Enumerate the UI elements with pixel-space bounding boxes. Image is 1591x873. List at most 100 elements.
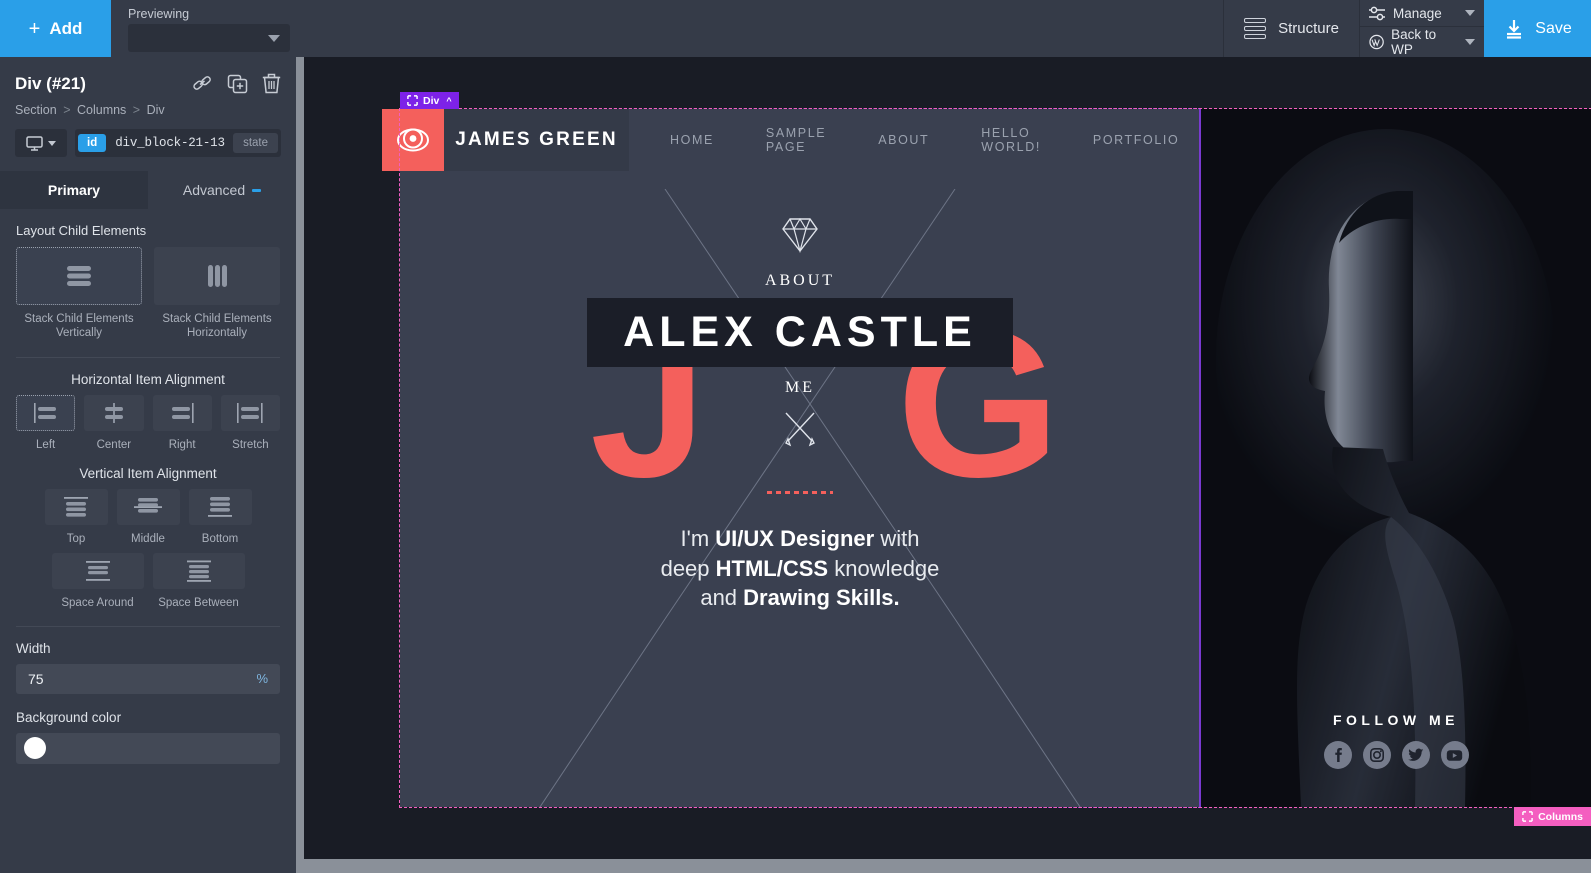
vertical-item-alignment-options-row1: Top Middle Bottom xyxy=(16,489,280,546)
align-stretch-icon xyxy=(220,394,280,431)
div-badge-label: Div xyxy=(423,94,440,107)
tagline-1-pre: I'm xyxy=(680,526,716,551)
site-preview: JG ABOUT ALEX CASTLE ME I'm UI/UX Design… xyxy=(304,57,1591,859)
panel-tabs: Primary Advanced xyxy=(0,171,296,209)
id-row: id div_block-21-13 state xyxy=(15,129,281,157)
facebook-link[interactable] xyxy=(1323,741,1352,769)
save-download-icon xyxy=(1507,19,1522,39)
option-align-stretch[interactable]: Stretch xyxy=(220,394,280,452)
tab-advanced[interactable]: Advanced xyxy=(148,171,296,209)
tagline-1-bold: UI/UX Designer xyxy=(715,526,875,551)
eye-icon xyxy=(397,128,429,152)
option-align-right[interactable]: Right xyxy=(152,394,212,452)
page-title: Div (#21) xyxy=(15,73,86,93)
breadcrumb: Section > Columns > Div xyxy=(15,103,281,117)
valign-top-icon xyxy=(44,489,108,526)
hero-tagline: I'm UI/UX Designer with deep HTML/CSS kn… xyxy=(661,524,940,613)
div-badge[interactable]: Div ^ xyxy=(400,92,459,109)
save-button[interactable]: Save xyxy=(1484,0,1591,57)
instagram-link[interactable] xyxy=(1362,741,1391,769)
background-color-label: Background color xyxy=(16,709,122,725)
option-valign-top-label: Top xyxy=(66,533,86,546)
tab-primary[interactable]: Primary xyxy=(0,171,148,209)
width-input[interactable]: 75 % xyxy=(16,663,280,694)
tagline-line-1: I'm UI/UX Designer with xyxy=(661,524,940,554)
option-space-around[interactable]: Space Around xyxy=(51,552,144,610)
twitter-link[interactable] xyxy=(1401,741,1430,769)
option-space-between-label: Space Between xyxy=(158,596,239,609)
divider xyxy=(16,356,280,358)
nav-item-hello-world[interactable]: HELLO WORLD! xyxy=(955,126,1067,154)
duplicate-icon[interactable] xyxy=(227,74,248,94)
tagline-line-2: deep HTML/CSS knowledge xyxy=(661,554,940,584)
site-brand[interactable]: JAMES GREEN xyxy=(444,109,629,171)
top-toolbar: + Add Previewing Structure Manage Back t… xyxy=(0,0,1591,57)
previewing-label: Previewing xyxy=(128,7,190,21)
tagline-line-3: and Drawing Skills. xyxy=(661,583,940,613)
me-word: ME xyxy=(785,379,815,396)
option-align-stretch-label: Stretch xyxy=(232,438,269,451)
element-id-field[interactable]: id div_block-21-13 state xyxy=(75,129,281,157)
option-valign-bottom[interactable]: Bottom xyxy=(188,489,252,546)
width-value: 75 xyxy=(28,670,44,687)
option-align-center-label: Center xyxy=(96,438,132,451)
panel-title-row: Div (#21) xyxy=(15,73,281,94)
breadcrumb-separator: > xyxy=(63,103,71,117)
breadcrumb-item-div[interactable]: Div xyxy=(147,103,165,117)
dashed-separator xyxy=(767,491,833,494)
chevron-up-icon[interactable]: ^ xyxy=(446,96,451,106)
instagram-icon xyxy=(1369,747,1384,762)
site-logo[interactable] xyxy=(382,109,444,171)
tagline-1-post: with xyxy=(874,526,920,551)
breadcrumb-item-columns[interactable]: Columns xyxy=(77,103,126,117)
background-color-picker[interactable] xyxy=(16,732,280,764)
previewing-control: Previewing xyxy=(111,0,290,57)
back-to-wp-menu[interactable]: Back to WP xyxy=(1360,27,1484,57)
portrait-column: FOLLOW ME xyxy=(1201,109,1591,807)
chevron-down-icon xyxy=(1465,10,1475,16)
id-tag-badge: id xyxy=(78,134,107,152)
columns-badge[interactable]: Columns xyxy=(1514,807,1591,826)
youtube-link[interactable] xyxy=(1440,741,1469,769)
add-button[interactable]: + Add xyxy=(0,0,111,57)
align-center-icon xyxy=(84,394,144,431)
previewing-select[interactable] xyxy=(128,24,290,52)
columns-badge-label: Columns xyxy=(1538,810,1583,823)
youtube-icon xyxy=(1446,749,1463,761)
structure-button[interactable]: Structure xyxy=(1223,0,1360,57)
trash-icon[interactable] xyxy=(262,73,281,94)
space-between-icon xyxy=(152,552,245,589)
tagline-2-post: knowledge xyxy=(828,555,940,581)
option-valign-middle[interactable]: Middle xyxy=(116,489,180,546)
nav-item-home[interactable]: HOME xyxy=(644,133,740,147)
structure-label: Structure xyxy=(1278,20,1339,37)
tagline-3-bold: Drawing Skills. xyxy=(743,585,900,611)
hero-name[interactable]: ALEX CASTLE xyxy=(587,298,1013,367)
option-stack-horizontally[interactable]: Stack Child Elements Horizontally xyxy=(154,247,280,341)
nav-item-portfolio[interactable]: PORTFOLIO xyxy=(1067,133,1205,147)
nav-item-about[interactable]: ABOUT xyxy=(852,133,955,147)
manage-menu[interactable]: Manage xyxy=(1360,0,1484,27)
tab-primary-label: Primary xyxy=(47,182,101,198)
option-valign-top[interactable]: Top xyxy=(44,489,108,546)
width-unit[interactable]: % xyxy=(256,671,268,686)
page-editor: + Add Previewing Structure Manage Back t… xyxy=(0,0,1591,873)
device-selector[interactable] xyxy=(15,129,67,157)
option-align-left[interactable]: Left xyxy=(16,394,76,452)
chevron-down-icon xyxy=(48,140,56,146)
nav-item-sample-page[interactable]: SAMPLE PAGE xyxy=(740,126,852,154)
horizontal-item-alignment-options: Left Center Right Stretch xyxy=(16,394,280,452)
option-space-between[interactable]: Space Between xyxy=(152,552,245,610)
breadcrumb-separator: > xyxy=(132,103,141,117)
pencil-ruler-cross-icon xyxy=(785,412,815,447)
state-button[interactable]: state xyxy=(233,133,278,153)
stack-horizontal-icon xyxy=(154,247,280,305)
option-stack-vertically[interactable]: Stack Child Elements Vertically xyxy=(16,247,142,341)
layout-child-elements-label: Layout Child Elements xyxy=(16,223,147,238)
color-swatch[interactable] xyxy=(24,737,46,760)
link-icon[interactable] xyxy=(192,74,213,93)
hero-section: JG ABOUT ALEX CASTLE ME I'm UI/UX Design… xyxy=(400,189,1200,807)
option-align-center[interactable]: Center xyxy=(84,394,144,452)
breadcrumb-item-section[interactable]: Section xyxy=(15,103,57,117)
add-button-label: Add xyxy=(49,18,83,38)
